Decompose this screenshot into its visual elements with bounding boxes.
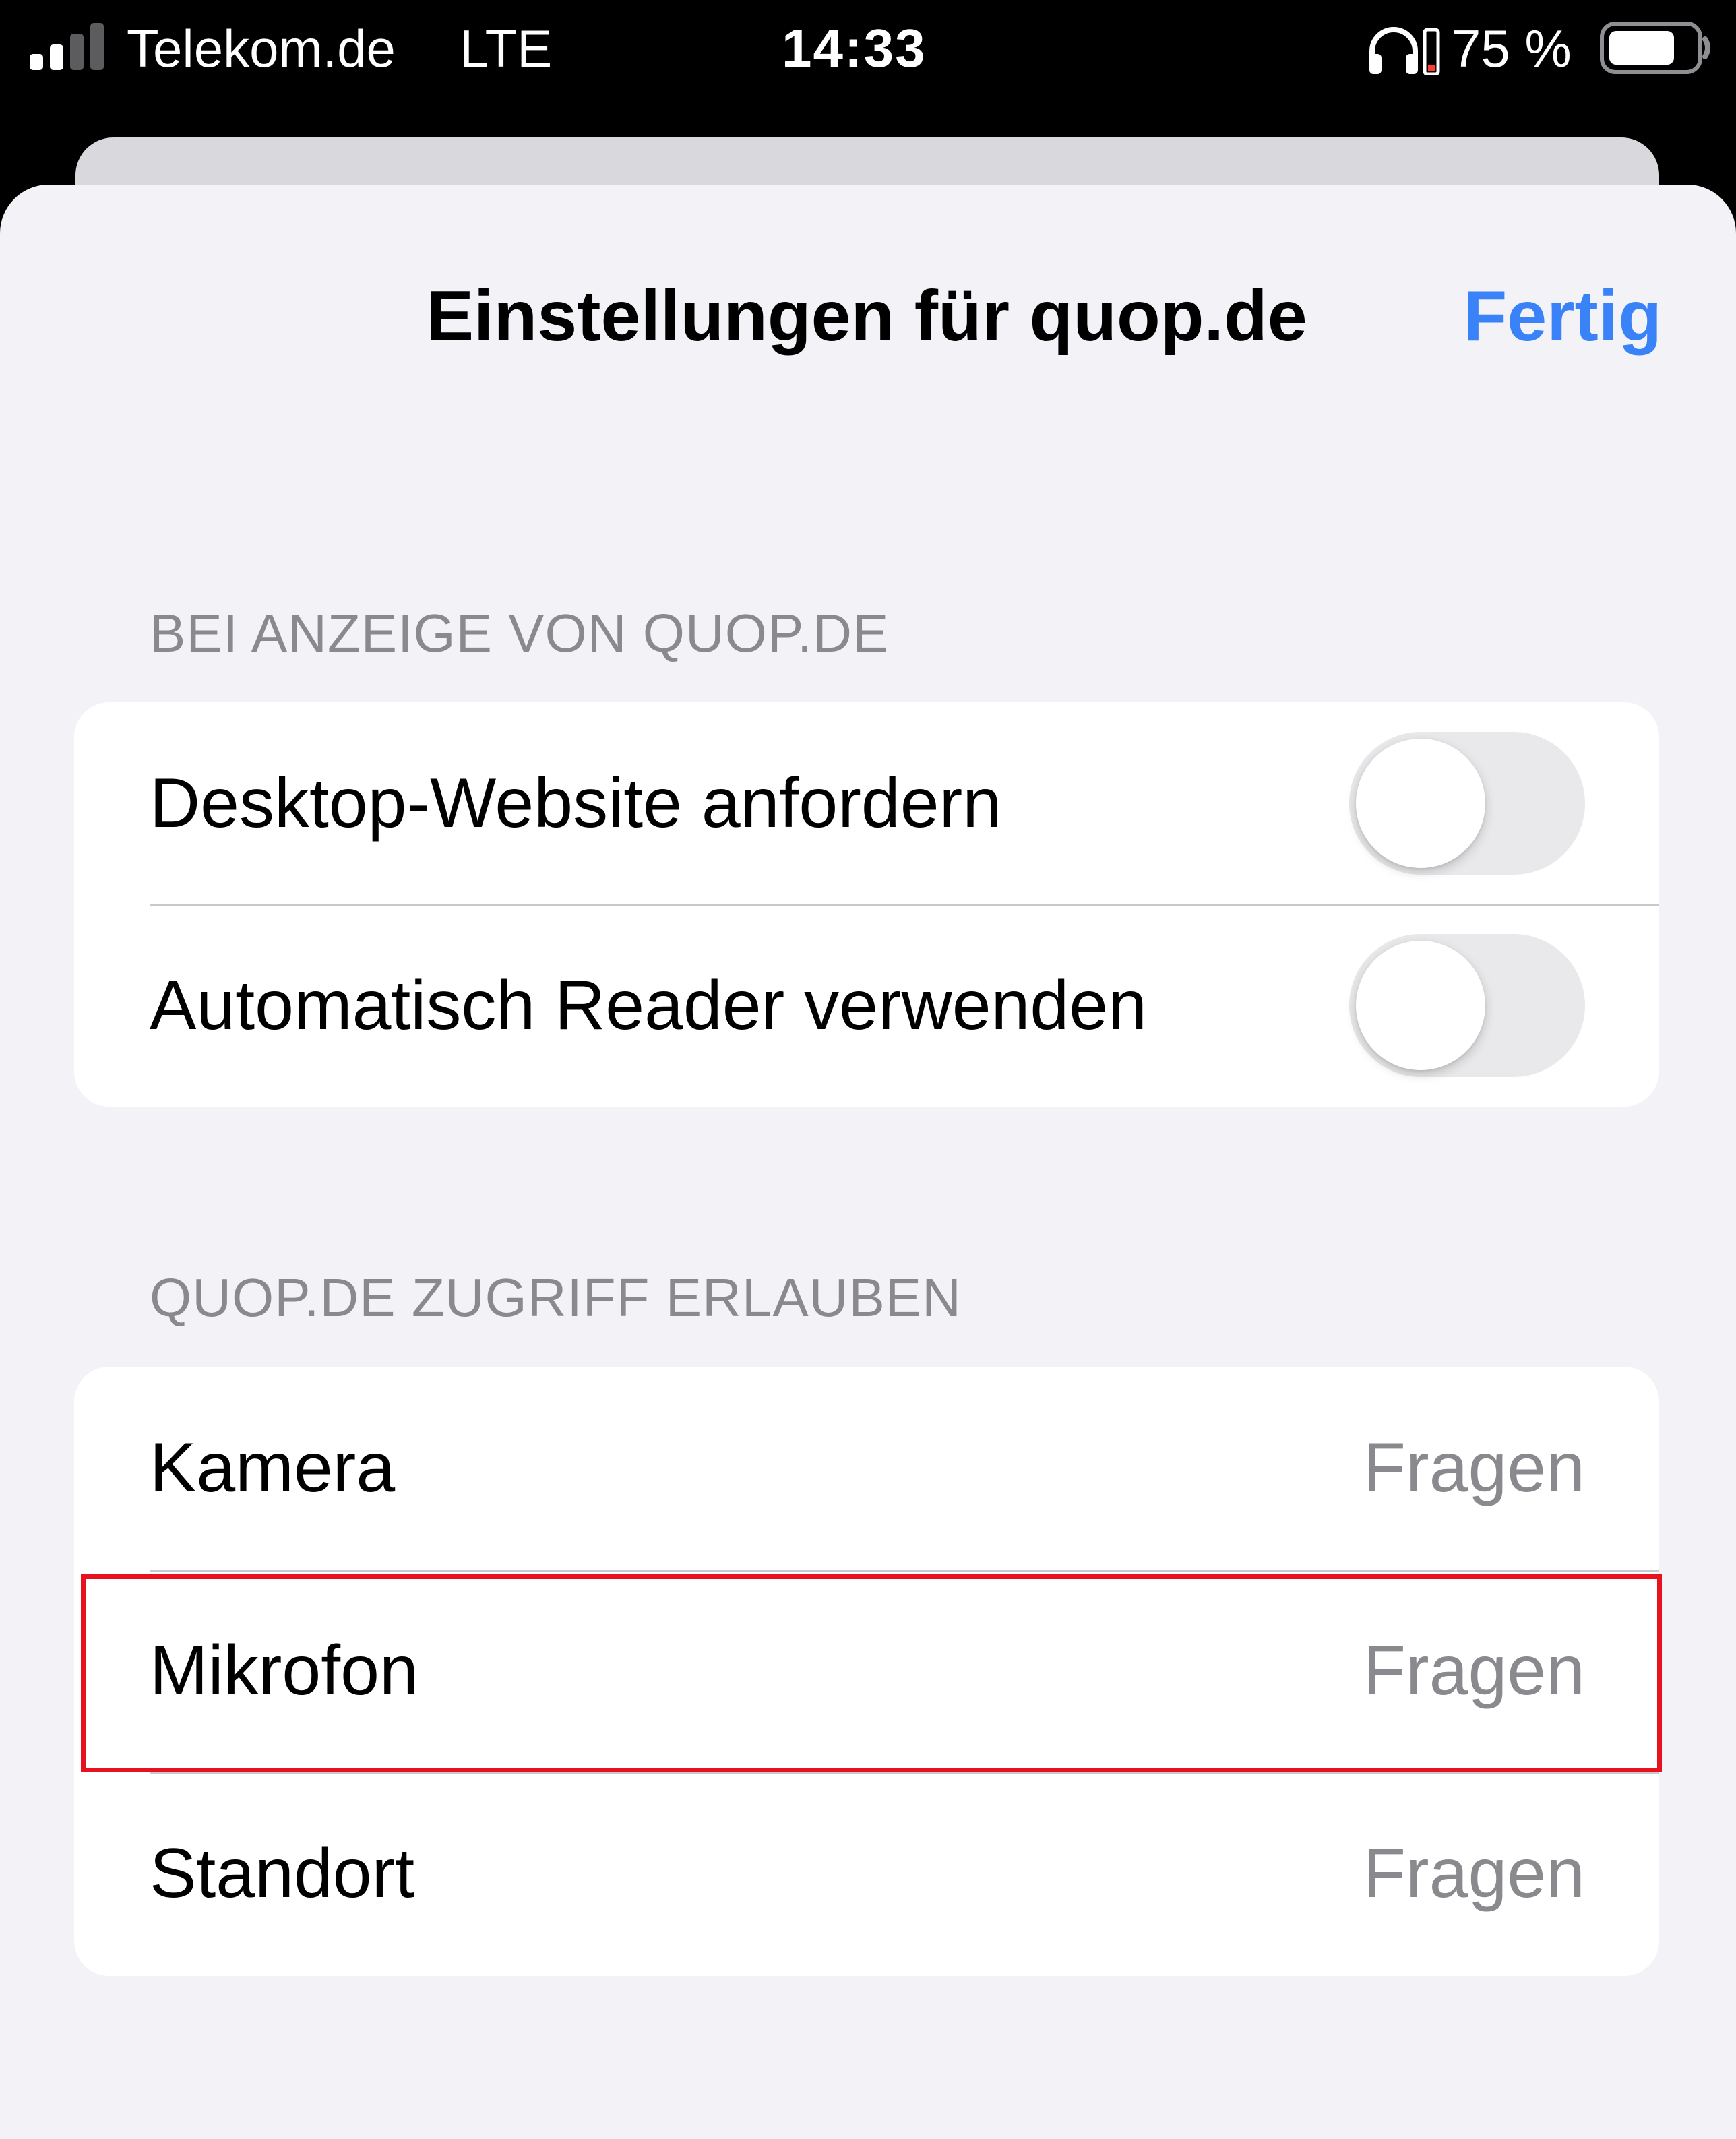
toggle-knob bbox=[1356, 739, 1485, 868]
permission-row-location[interactable]: Standort Fragen bbox=[74, 1772, 1659, 1975]
permission-label: Kamera bbox=[150, 1429, 396, 1507]
permissions-group: Kamera Fragen Mikrofon Fragen Standort F… bbox=[74, 1367, 1659, 1976]
setting-label: Desktop-Website anfordern bbox=[150, 764, 1002, 842]
permission-row-camera[interactable]: Kamera Fragen bbox=[74, 1367, 1659, 1570]
settings-sheet: Einstellungen für quop.de Fertig BEI ANZ… bbox=[0, 185, 1736, 2139]
request-desktop-toggle[interactable] bbox=[1349, 732, 1585, 875]
carrier-name: Telekom.de bbox=[127, 19, 396, 78]
permission-label: Standort bbox=[150, 1834, 415, 1913]
permission-value: Fragen bbox=[1363, 1429, 1585, 1507]
battery-percentage: 75 % bbox=[1452, 19, 1572, 78]
display-settings-group: Desktop-Website anfordern Automatisch Re… bbox=[74, 702, 1659, 1107]
signal-icon bbox=[30, 23, 104, 70]
toggle-knob bbox=[1356, 941, 1485, 1070]
setting-row-auto-reader[interactable]: Automatisch Reader verwenden bbox=[74, 904, 1659, 1107]
permission-row-microphone[interactable]: Mikrofon Fragen bbox=[74, 1570, 1659, 1772]
status-bar: Telekom.de LTE 14:33 75 % bbox=[0, 0, 1736, 101]
permission-value: Fragen bbox=[1363, 1632, 1585, 1710]
section-header-permissions: QUOP.DE ZUGRIFF ERLAUBEN bbox=[150, 1268, 962, 1328]
auto-reader-toggle[interactable] bbox=[1349, 934, 1585, 1077]
setting-row-request-desktop[interactable]: Desktop-Website anfordern bbox=[74, 702, 1659, 904]
network-type: LTE bbox=[460, 19, 553, 78]
permission-label: Mikrofon bbox=[150, 1632, 418, 1710]
permission-value: Fragen bbox=[1363, 1834, 1585, 1913]
setting-label: Automatisch Reader verwenden bbox=[150, 966, 1147, 1045]
done-button[interactable]: Fertig bbox=[1464, 272, 1662, 360]
clock: 14:33 bbox=[782, 18, 927, 78]
headphones-icon bbox=[1369, 27, 1440, 75]
battery-icon bbox=[1600, 22, 1710, 74]
section-header-display: BEI ANZEIGE VON QUOP.DE bbox=[150, 603, 890, 663]
